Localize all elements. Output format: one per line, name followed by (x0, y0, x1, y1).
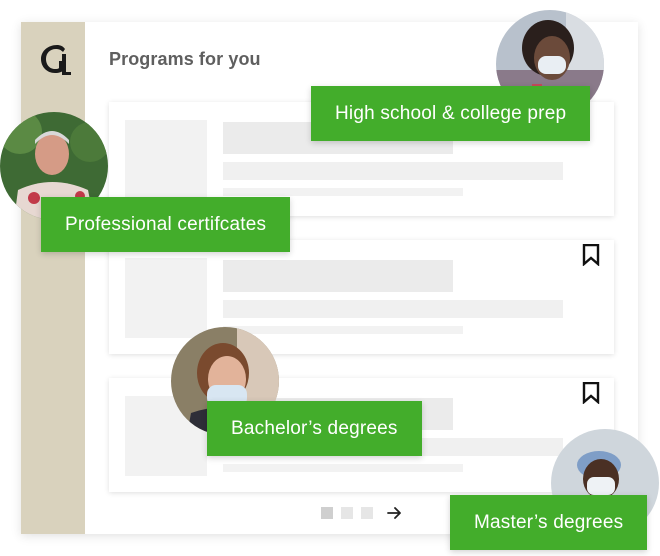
tag-bachelors-degrees[interactable]: Bachelor’s degrees (207, 401, 422, 456)
program-card[interactable] (109, 240, 614, 354)
program-subtitle-placeholder (223, 300, 563, 318)
program-thumbnail-placeholder (125, 120, 207, 200)
program-subtitle-placeholder (223, 162, 563, 180)
page-dot-2[interactable] (341, 507, 353, 519)
page-dot-1[interactable] (321, 507, 333, 519)
page-dot-3[interactable] (361, 507, 373, 519)
program-meta-placeholder (223, 464, 463, 472)
carousel-pagination (321, 506, 403, 520)
program-meta-placeholder (223, 326, 463, 334)
arrow-right-icon[interactable] (387, 506, 403, 520)
tag-masters-degrees[interactable]: Master’s degrees (450, 495, 648, 550)
bookmark-icon[interactable] (582, 244, 600, 266)
tag-high-school-college-prep[interactable]: High school & college prep (311, 86, 591, 141)
program-title-placeholder (223, 260, 453, 292)
tag-professional-certificates[interactable]: Professional certifcates (41, 197, 291, 252)
program-thumbnail-placeholder (125, 258, 207, 338)
sidebar (21, 22, 85, 534)
g-monogram-logo[interactable] (37, 42, 73, 76)
bookmark-icon[interactable] (582, 382, 600, 404)
page-title: Programs for you (109, 49, 261, 69)
program-meta-placeholder (223, 188, 463, 196)
